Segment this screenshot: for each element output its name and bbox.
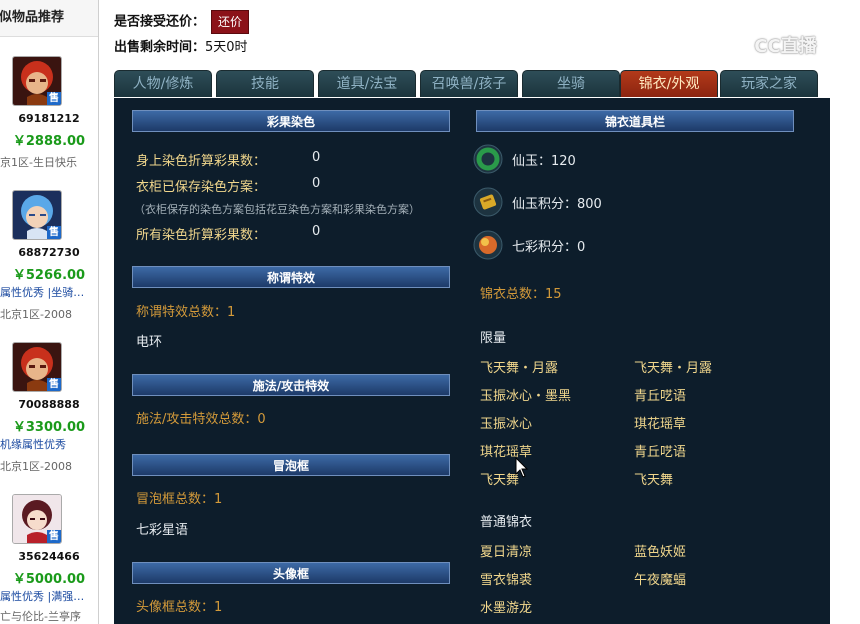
tab-items[interactable]: 道具/法宝 xyxy=(318,70,416,97)
bubble-item: 七彩星语 xyxy=(136,523,189,538)
outfit-panel: 彩果染色 身上染色折算彩果数： 0 衣柜已保存染色方案： 0 （衣柜保存的染色方… xyxy=(114,98,830,624)
outfit-item[interactable]: 午夜魔蝠 xyxy=(634,569,686,588)
similar-item-card[interactable]: 售 70088888 ￥3300.00 机缘属性优秀 北京1区-2008 xyxy=(0,342,98,492)
item-price: ￥5000.00 xyxy=(12,572,86,587)
sidebar-title: 相似物品推荐 xyxy=(0,0,98,37)
tab-character[interactable]: 人物/修炼 xyxy=(114,70,212,97)
mouse-cursor-icon xyxy=(515,457,529,478)
bubble-header: 冒泡框 xyxy=(132,454,450,476)
item-server: 北京1区-2008 xyxy=(0,308,72,321)
outfit-item[interactable]: 蓝色妖姬 xyxy=(634,541,686,560)
outfit-item[interactable]: 飞天舞・月露 xyxy=(634,357,712,376)
time-remaining-label: 出售剩余时间： xyxy=(114,40,206,55)
outfit-item[interactable]: 玉振冰心・墨黑 xyxy=(480,385,571,404)
stream-watermark-logo: CC直播 xyxy=(722,32,832,62)
counter-offer-row: 是否接受还价： 还价 xyxy=(114,10,250,34)
title-effect-item: 电环 xyxy=(136,335,163,350)
item-price: ￥2888.00 xyxy=(12,134,86,149)
time-remaining-value: 5天0时 xyxy=(205,40,248,55)
item-server: 京1区-生日快乐 xyxy=(0,156,77,169)
outfit-total: 锦衣总数：15 xyxy=(480,287,562,302)
item-price: ￥3300.00 xyxy=(12,420,86,435)
dye-row-label: 所有染色折算彩果数： xyxy=(136,228,267,243)
normal-outfits-label: 普通锦衣 xyxy=(480,515,533,530)
jade-points-value: 仙玉积分：800 xyxy=(512,197,602,212)
cc-logo-icon xyxy=(723,35,747,59)
time-remaining-row: 出售剩余时间：5天0时 xyxy=(114,36,248,60)
similar-item-card[interactable]: 售 69181212 ￥2888.00 京1区-生日快乐 xyxy=(0,56,98,206)
watermark-text: CC直播 xyxy=(754,36,817,57)
outfit-item[interactable]: 青丘呓语 xyxy=(634,385,686,404)
sale-badge: 售 xyxy=(47,92,61,105)
title-effects-header: 称谓特效 xyxy=(132,266,450,288)
limited-label: 限量 xyxy=(480,331,507,346)
outfit-bar-header: 锦衣道具栏 xyxy=(476,110,794,132)
cast-effects-total: 施法/攻击特效总数：0 xyxy=(136,412,266,427)
dye-row-value: 0 xyxy=(312,176,321,191)
dye-row-label: 身上染色折算彩果数： xyxy=(136,154,267,169)
item-price: ￥5266.00 xyxy=(12,268,86,283)
outfit-item[interactable]: 玉振冰心 xyxy=(480,413,532,432)
dye-row-value: 0 xyxy=(312,150,321,165)
counter-offer-label: 是否接受还价： xyxy=(114,14,206,30)
outfit-item[interactable]: 飞天舞 xyxy=(480,469,519,488)
tab-mounts[interactable]: 坐骑 xyxy=(522,70,620,97)
item-id: 68872730 xyxy=(18,246,80,259)
item-tag: 机缘属性优秀 xyxy=(0,438,66,451)
sale-badge: 售 xyxy=(47,226,61,239)
outfit-item[interactable]: 琪花瑶草 xyxy=(634,413,686,432)
item-tag: 属性优秀 |坐骑… xyxy=(0,286,85,299)
item-tag: 属性优秀 |满强… xyxy=(0,590,85,603)
category-tabs: 人物/修炼 技能 道具/法宝 召唤兽/孩子 坐骑 锦衣/外观 玩家之家 xyxy=(114,70,830,98)
outfit-item[interactable]: 青丘呓语 xyxy=(634,441,686,460)
scroll-icon xyxy=(473,187,503,217)
bubble-total: 冒泡框总数：1 xyxy=(136,492,223,507)
avatar[interactable]: 售 xyxy=(12,342,62,392)
similar-item-card[interactable]: 售 35624466 ￥5000.00 属性优秀 |满强… 亡与伦比-兰亭序 xyxy=(0,494,98,624)
outfit-item[interactable]: 飞天舞 xyxy=(634,469,673,488)
title-effects-total: 称谓特效总数：1 xyxy=(136,305,236,320)
rainbow-points-value: 七彩积分：0 xyxy=(512,240,586,255)
avatar[interactable]: 售 xyxy=(12,190,62,240)
item-id: 69181212 xyxy=(18,112,80,125)
outfit-item[interactable]: 雪衣锦裘 xyxy=(480,569,532,588)
dye-section-header: 彩果染色 xyxy=(132,110,450,132)
cast-effects-header: 施法/攻击特效 xyxy=(132,374,450,396)
rainbow-orb-icon xyxy=(473,230,503,260)
tab-skills[interactable]: 技能 xyxy=(216,70,314,97)
avatar[interactable]: 售 xyxy=(12,494,62,544)
item-server: 北京1区-2008 xyxy=(0,460,72,473)
item-id: 35624466 xyxy=(18,550,80,563)
item-server: 亡与伦比-兰亭序 xyxy=(0,610,81,623)
avatar-frame-total: 头像框总数：1 xyxy=(136,600,223,615)
tab-summons[interactable]: 召唤兽/孩子 xyxy=(420,70,518,97)
counter-offer-button[interactable]: 还价 xyxy=(211,10,250,34)
similar-item-card[interactable]: 售 68872730 ￥5266.00 属性优秀 |坐骑… 北京1区-2008 xyxy=(0,190,98,340)
avatar-frame-header: 头像框 xyxy=(132,562,450,584)
sale-badge: 售 xyxy=(47,378,61,391)
sale-badge: 售 xyxy=(47,530,61,543)
similar-items-sidebar: 相似物品推荐 售 69181212 ￥2888.00 京1区-生日快乐 xyxy=(0,0,99,624)
dye-note: （衣柜保存的染色方案包括花豆染色方案和彩果染色方案） xyxy=(134,203,420,216)
item-id: 70088888 xyxy=(18,398,80,411)
avatar[interactable]: 售 xyxy=(12,56,62,106)
outfit-item[interactable]: 水墨游龙 xyxy=(480,597,532,616)
jade-icon xyxy=(473,144,503,174)
tab-outfits[interactable]: 锦衣/外观 xyxy=(620,70,718,97)
dye-row-value: 0 xyxy=(312,224,321,239)
dye-row-label: 衣柜已保存染色方案： xyxy=(136,180,267,195)
tab-player-home[interactable]: 玩家之家 xyxy=(720,70,818,97)
jade-value: 仙玉：120 xyxy=(512,154,576,169)
outfit-item[interactable]: 飞天舞・月露 xyxy=(480,357,558,376)
outfit-item[interactable]: 夏日清凉 xyxy=(480,541,532,560)
